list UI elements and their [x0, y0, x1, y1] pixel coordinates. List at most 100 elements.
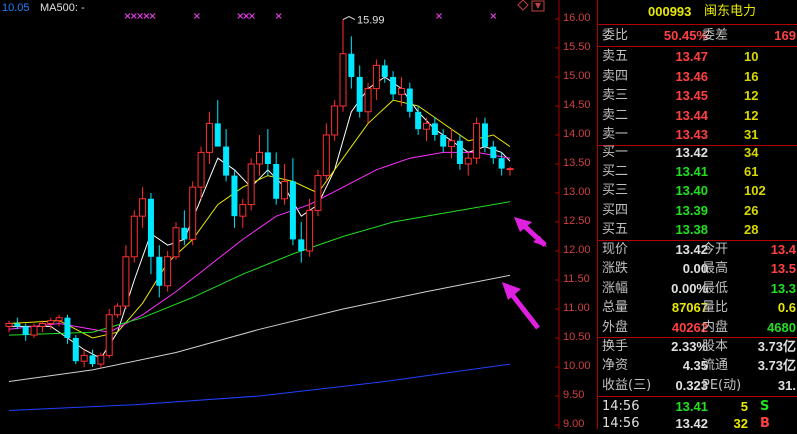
candle-body [448, 140, 456, 148]
x-marker [124, 13, 131, 19]
sell-level-label: 卖四 [602, 68, 629, 84]
candle-body [381, 65, 388, 77]
info-label: 净资 [602, 358, 629, 374]
candle-body [122, 256, 130, 307]
weibi-row: 委比 50.45% 委差 169 [598, 26, 797, 46]
info-value: 31. [777, 377, 796, 393]
candle-body [264, 152, 271, 164]
buy-row: 买三 13.40 102 [598, 181, 797, 201]
candle-body [164, 256, 172, 287]
candle-body [498, 158, 505, 169]
stat-label: 内盘 [702, 319, 729, 335]
candle-body [306, 209, 314, 252]
scroll-arrow-icon[interactable] [531, 0, 545, 12]
candle-body [197, 151, 205, 188]
x-marker [275, 13, 282, 19]
tick-direction: B [760, 416, 770, 431]
candle-body [239, 204, 247, 217]
ma60-line [8, 201, 511, 336]
buy-level-label: 买一 [602, 145, 629, 160]
candle-body [22, 326, 29, 336]
y-tick-label: 16.00 [563, 11, 591, 24]
buy-volume: 26 [744, 202, 759, 218]
candle-body [89, 355, 96, 365]
sell-row: 卖二 13.44 12 [598, 106, 797, 126]
candle-body [223, 146, 230, 176]
candle-body [322, 134, 330, 177]
candle-body [156, 256, 163, 286]
peak-pointer [342, 15, 356, 20]
info-value: 3.73亿 [757, 339, 796, 354]
candle-body [397, 88, 405, 95]
buy-price: 13.40 [675, 183, 708, 199]
tick-row: 14:56 13.42 32 B [598, 414, 797, 434]
stat-row: 外盘 40262 内盘 4680 [598, 318, 797, 338]
sell-row: 卖四 13.46 16 [598, 67, 797, 87]
candle-body [273, 163, 280, 199]
stat-value: 0.6 [777, 300, 796, 316]
buy-volume: 34 [744, 145, 759, 160]
sell-price: 13.45 [675, 88, 708, 104]
tick-volume: 32 [733, 416, 748, 431]
candle-body [105, 314, 113, 356]
candle-body [348, 53, 355, 77]
stat-value: 0.00% [671, 280, 708, 296]
y-tick-label: 11.00 [563, 301, 590, 314]
buy-level-label: 买二 [602, 164, 629, 180]
buy-volume: 28 [744, 221, 759, 237]
chart-price-label: 10.05 [2, 2, 30, 14]
candle-body [181, 227, 188, 240]
candle-body [390, 76, 397, 95]
x-marker [249, 13, 255, 19]
y-tick-label: 13.00 [563, 185, 591, 198]
stat-label: 涨幅 [602, 280, 629, 296]
candle-body [481, 123, 488, 147]
candles [5, 19, 514, 369]
sell-level-label: 卖三 [602, 88, 629, 104]
candle-body [415, 111, 422, 130]
candle-body [423, 122, 430, 130]
y-tick-label: 9.50 [563, 388, 585, 401]
sell-price: 13.47 [675, 49, 708, 64]
y-tick-label: 15.00 [563, 69, 591, 82]
candle-body [14, 323, 21, 327]
stat-value: 40262 [671, 319, 708, 335]
candlestick-chart[interactable]: 10.05 MA500: - 15.99 [0, 0, 597, 429]
tick-time: 14:56 [602, 416, 640, 431]
sell-level-label: 卖二 [602, 107, 629, 123]
sell-price: 13.46 [675, 68, 708, 84]
stat-label: 总量 [602, 300, 629, 316]
candle-body [139, 198, 147, 217]
candle-body [205, 122, 213, 153]
info-row: 净资 4.35 流通 3.73亿 [598, 356, 797, 376]
candle-body [281, 180, 289, 200]
quote-panel: 000993 闽东电力 委比 50.45% 委差 169 卖五 13.47 10 卖四… [597, 0, 797, 431]
candle-body [189, 186, 197, 240]
sell-price: 13.44 [675, 107, 708, 123]
candle-body [80, 354, 88, 362]
candle-body [256, 151, 263, 165]
info-value: 2.33% [671, 339, 708, 354]
candle-body [114, 305, 122, 316]
candle-body [5, 322, 13, 327]
weibi-value: 50.45% [663, 28, 708, 43]
candle-body [431, 123, 438, 135]
candle-body [289, 181, 296, 240]
diamond-icon[interactable] [517, 0, 529, 11]
candle-body [47, 320, 55, 324]
candle-body [314, 175, 322, 211]
candle-body [339, 53, 347, 107]
buy-price: 13.39 [675, 202, 708, 218]
x-marker [237, 13, 244, 19]
stat-label: 现价 [602, 242, 629, 257]
stat-label: 量比 [702, 300, 729, 316]
stat-label: 今开 [702, 242, 729, 257]
info-label: 换手 [602, 339, 629, 354]
weicha-label: 委差 [702, 28, 729, 43]
x-marker [490, 13, 497, 19]
weicha-value: 169 [774, 28, 796, 43]
stat-row: 涨幅 0.00% 最低 13.3 [598, 279, 797, 299]
buy-row: 买一 13.42 34 [598, 143, 797, 163]
candle-body [172, 227, 180, 258]
sell-row: 卖五 13.47 10 [598, 47, 797, 67]
